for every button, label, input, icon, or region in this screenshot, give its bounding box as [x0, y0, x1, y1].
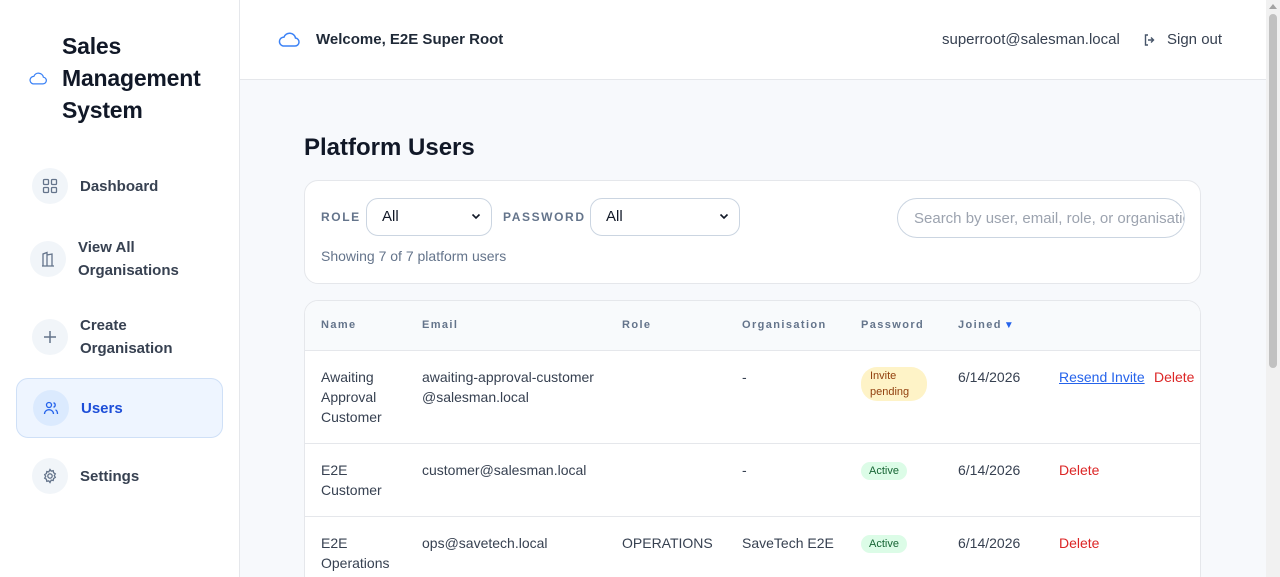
password-select-value: All	[606, 208, 623, 225]
top-header: Welcome, E2E Super Root superroot@salesm…	[240, 0, 1266, 80]
user-joined: 6/14/2026	[958, 535, 1021, 551]
table-header: Name Email Role Organisation Password Jo…	[305, 301, 1200, 351]
password-status-badge: Invite pending	[861, 367, 927, 401]
users-table: Name Email Role Organisation Password Jo…	[304, 300, 1201, 577]
sidebar: Sales Management System Dashboard View A…	[0, 0, 240, 577]
user-joined: 6/14/2026	[958, 369, 1021, 385]
sidebar-item-dashboard[interactable]: Dashboard	[16, 166, 223, 206]
chevron-down-icon	[719, 213, 729, 220]
user-organisation: -	[742, 369, 747, 385]
table-row: Awaiting Approval Customer awaiting-appr…	[305, 351, 1200, 444]
sidebar-item-create-organisation[interactable]: Create Organisation	[16, 312, 223, 362]
column-header-joined[interactable]: Joined ▼	[958, 319, 1015, 331]
user-name: Awaiting Approval Customer	[321, 369, 382, 425]
column-header-role[interactable]: Role	[622, 319, 651, 331]
filter-card: ROLE All PASSWORD All Showing 7 of 7 pla…	[304, 180, 1201, 284]
gear-icon	[32, 458, 68, 494]
scroll-thumb[interactable]	[1269, 14, 1277, 368]
showing-count: Showing 7 of 7 platform users	[321, 248, 507, 264]
page-title: Platform Users	[304, 134, 475, 161]
user-name: E2E Operations	[321, 535, 390, 571]
scroll-up-arrow[interactable]	[1269, 4, 1277, 9]
column-header-organisation[interactable]: Organisation	[742, 319, 827, 331]
user-email: awaiting-approval-customer@salesman.loca…	[422, 369, 594, 405]
table-row: E2E Operations ops@savetech.local OPERAT…	[305, 517, 1200, 577]
welcome-text: Welcome, E2E Super Root	[316, 31, 504, 48]
user-name: E2E Customer	[321, 462, 382, 498]
column-header-email[interactable]: Email	[422, 319, 458, 331]
user-email: customer@salesman.local	[422, 462, 587, 478]
sign-out-icon	[1144, 33, 1155, 46]
user-email: ops@savetech.local	[422, 535, 548, 551]
user-organisation: -	[742, 462, 747, 478]
delete-link[interactable]: Delete	[1059, 460, 1099, 480]
building-icon	[30, 241, 66, 277]
delete-link[interactable]: Delete	[1059, 533, 1099, 553]
sign-out-button[interactable]: Sign out	[1143, 31, 1222, 48]
grid-icon	[32, 168, 68, 204]
resend-invite-link[interactable]: Resend Invite	[1059, 367, 1145, 387]
search-input[interactable]	[897, 198, 1185, 238]
column-header-password[interactable]: Password	[861, 319, 924, 331]
sidebar-item-label: Settings	[80, 467, 140, 485]
password-status-badge: Active	[861, 535, 907, 553]
brand-title: Sales Management System	[62, 33, 201, 123]
user-email: superroot@salesman.local	[942, 31, 1120, 48]
sort-desc-icon: ▼	[1003, 320, 1016, 331]
table-row: E2E Customer customer@salesman.local - A…	[305, 444, 1200, 517]
page-scrollbar[interactable]	[1266, 0, 1280, 577]
password-filter-label: PASSWORD	[503, 210, 586, 224]
user-organisation: SaveTech E2E	[742, 535, 834, 551]
brand: Sales Management System	[28, 30, 222, 126]
cloud-icon	[29, 72, 47, 85]
chevron-down-icon	[471, 213, 481, 220]
user-joined: 6/14/2026	[958, 462, 1021, 478]
sidebar-item-label: View All Organisations	[78, 239, 179, 279]
sidebar-item-settings[interactable]: Settings	[16, 456, 223, 496]
sidebar-item-view-all-organisations[interactable]: View All Organisations	[16, 234, 223, 284]
column-header-joined-label: Joined	[958, 319, 1002, 331]
delete-link[interactable]: Delete	[1154, 367, 1194, 387]
users-icon	[33, 390, 69, 426]
sidebar-item-label: Users	[81, 399, 123, 417]
role-select[interactable]: All	[366, 198, 492, 236]
sidebar-item-label: Dashboard	[80, 177, 159, 195]
plus-icon	[32, 319, 68, 355]
cloud-icon	[278, 32, 300, 47]
role-filter-label: ROLE	[321, 210, 361, 224]
sidebar-item-label: Create Organisation	[80, 317, 173, 357]
password-status-badge: Active	[861, 462, 907, 480]
sign-out-label: Sign out	[1167, 31, 1223, 48]
password-select[interactable]: All	[590, 198, 740, 236]
column-header-name[interactable]: Name	[321, 319, 357, 331]
user-role: OPERATIONS	[622, 535, 713, 551]
role-select-value: All	[382, 208, 399, 225]
sidebar-item-users[interactable]: Users	[16, 378, 223, 438]
